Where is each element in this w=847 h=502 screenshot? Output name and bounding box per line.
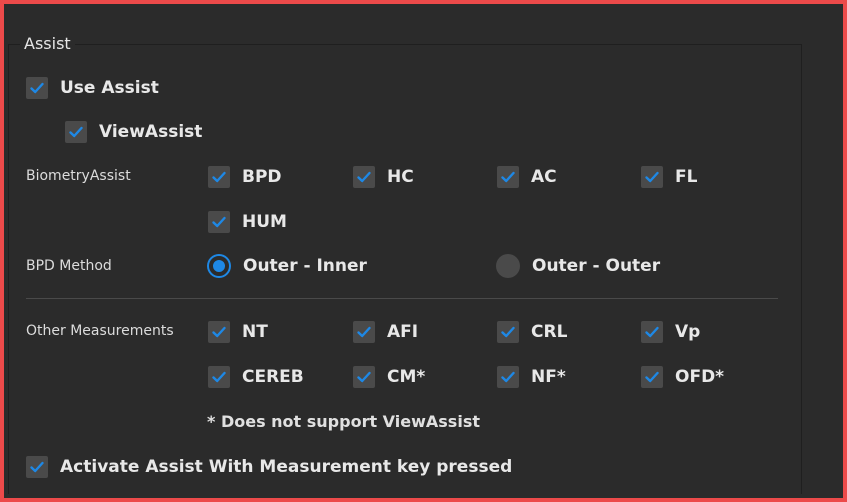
other-crl-checkbox[interactable]: CRL	[497, 321, 567, 343]
checkmark-icon	[65, 121, 87, 143]
biometry-fl-label: FL	[675, 167, 698, 187]
checkmark-icon	[208, 366, 230, 388]
activate-assist-checkbox[interactable]: Activate Assist With Measurement key pre…	[26, 456, 512, 478]
bpd-method-label: BPD Method	[26, 258, 112, 274]
checkmark-icon	[208, 321, 230, 343]
bpd-outer-inner-label: Outer - Inner	[243, 256, 367, 276]
use-assist-label: Use Assist	[60, 78, 159, 98]
other-ofd-label: OFD*	[675, 367, 725, 387]
biometry-bpd-label: BPD	[242, 167, 282, 187]
checkmark-icon	[353, 366, 375, 388]
use-assist-checkbox[interactable]: Use Assist	[26, 77, 159, 99]
other-nf-checkbox[interactable]: NF*	[497, 366, 566, 388]
bpd-outer-outer-label: Outer - Outer	[532, 256, 661, 276]
biometry-assist-label: BiometryAssist	[26, 168, 131, 184]
radio-empty-icon	[496, 254, 520, 278]
checkmark-icon	[497, 166, 519, 188]
checkmark-icon	[497, 366, 519, 388]
checkmark-icon	[641, 366, 663, 388]
checkmark-icon	[208, 211, 230, 233]
checkmark-icon	[641, 321, 663, 343]
other-ofd-checkbox[interactable]: OFD*	[641, 366, 724, 388]
other-cereb-label: CEREB	[242, 367, 304, 387]
other-nt-label: NT	[242, 322, 268, 342]
checkmark-icon	[208, 166, 230, 188]
assist-group-title: Assist	[20, 34, 75, 53]
view-assist-checkbox[interactable]: ViewAssist	[65, 121, 202, 143]
other-afi-checkbox[interactable]: AFI	[353, 321, 418, 343]
section-divider	[26, 298, 778, 299]
bpd-outer-outer-radio[interactable]: Outer - Outer	[496, 254, 661, 278]
other-nt-checkbox[interactable]: NT	[208, 321, 268, 343]
biometry-ac-label: AC	[531, 167, 557, 187]
checkmark-icon	[26, 77, 48, 99]
radio-dot-icon	[207, 254, 231, 278]
biometry-hum-label: HUM	[242, 212, 287, 232]
biometry-hc-checkbox[interactable]: HC	[353, 166, 414, 188]
activate-assist-label: Activate Assist With Measurement key pre…	[60, 457, 513, 477]
bpd-outer-inner-radio[interactable]: Outer - Inner	[207, 254, 367, 278]
checkmark-icon	[353, 166, 375, 188]
other-afi-label: AFI	[387, 322, 419, 342]
viewassist-support-note: * Does not support ViewAssist	[207, 412, 480, 431]
biometry-bpd-checkbox[interactable]: BPD	[208, 166, 282, 188]
other-nf-label: NF*	[531, 367, 566, 387]
checkmark-icon	[26, 456, 48, 478]
biometry-fl-checkbox[interactable]: FL	[641, 166, 697, 188]
checkmark-icon	[641, 166, 663, 188]
other-crl-label: CRL	[531, 322, 568, 342]
other-vp-checkbox[interactable]: Vp	[641, 321, 700, 343]
biometry-hc-label: HC	[387, 167, 414, 187]
checkmark-icon	[353, 321, 375, 343]
checkmark-icon	[497, 321, 519, 343]
other-measurements-label: Other Measurements	[26, 323, 174, 339]
biometry-ac-checkbox[interactable]: AC	[497, 166, 557, 188]
other-vp-label: Vp	[675, 322, 701, 342]
other-cm-label: CM*	[387, 367, 426, 387]
biometry-hum-checkbox[interactable]: HUM	[208, 211, 287, 233]
other-cereb-checkbox[interactable]: CEREB	[208, 366, 304, 388]
other-cm-checkbox[interactable]: CM*	[353, 366, 425, 388]
view-assist-label: ViewAssist	[99, 122, 203, 142]
